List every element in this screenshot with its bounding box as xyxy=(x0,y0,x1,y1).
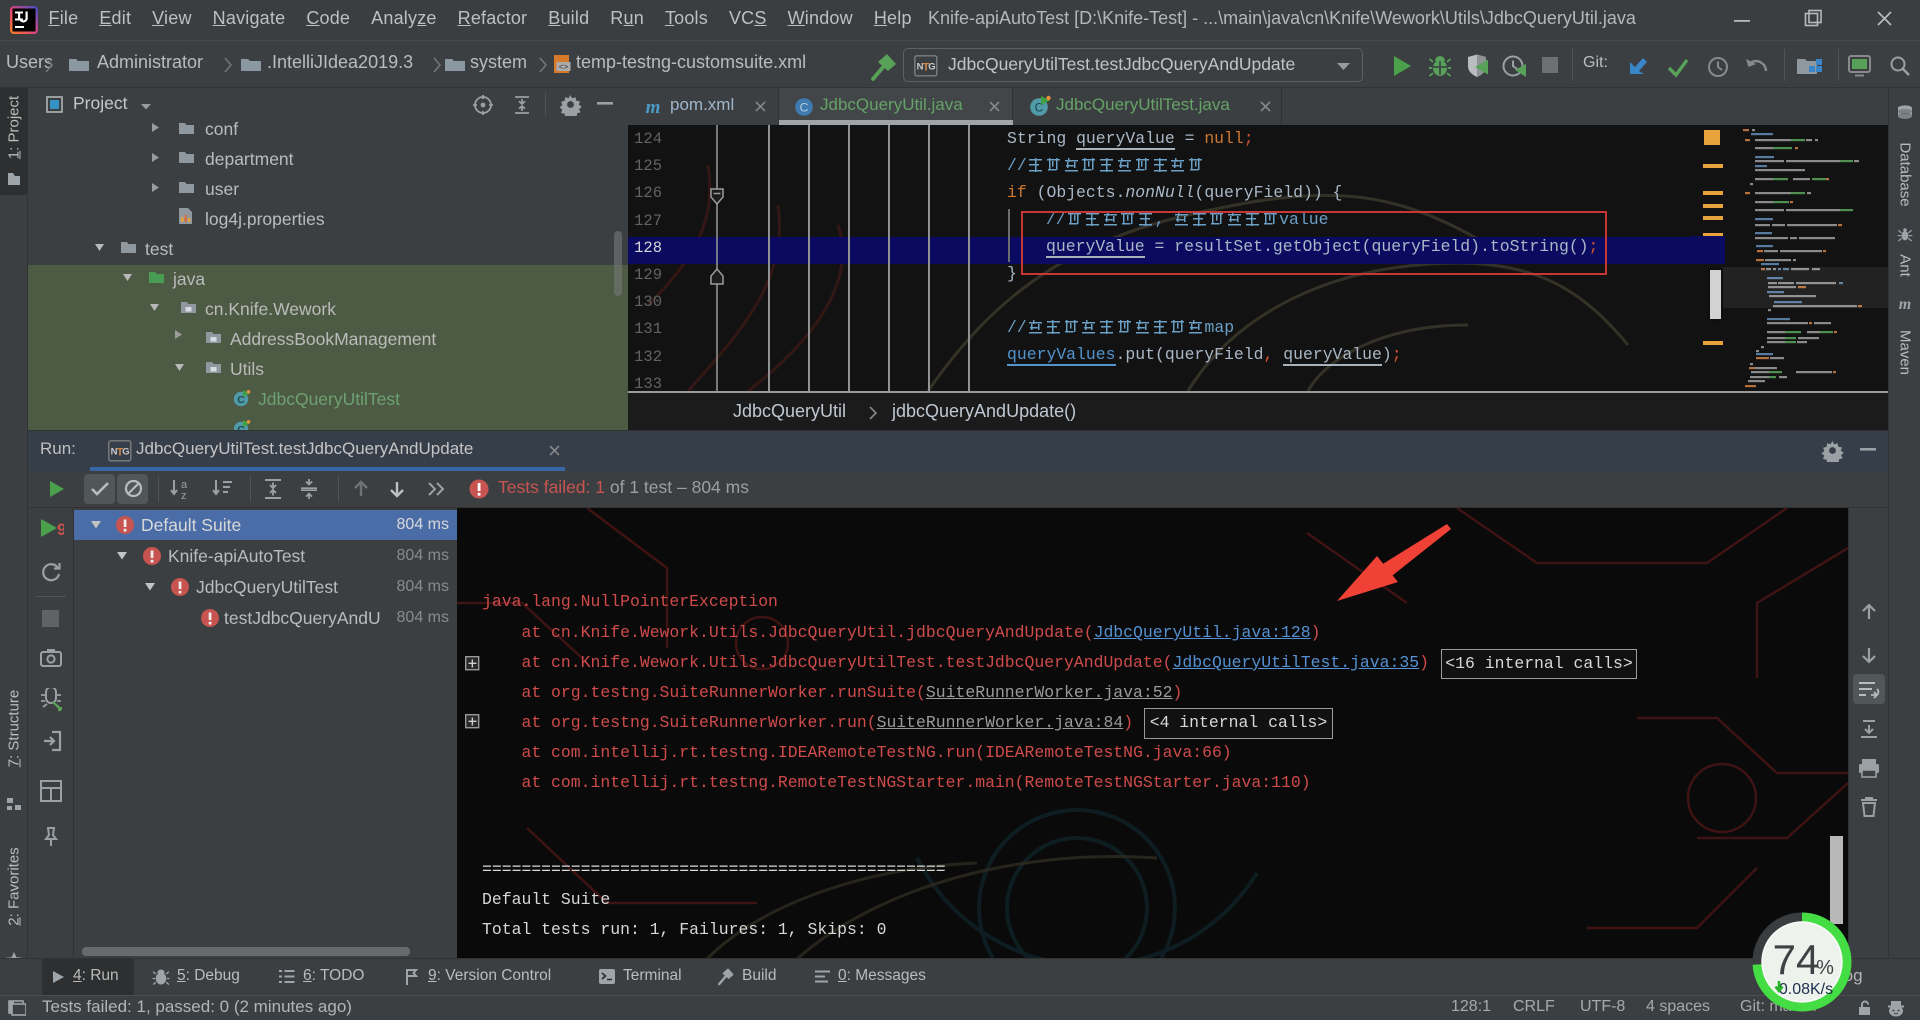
svg-text:G: G xyxy=(122,447,129,458)
svg-text:G: G xyxy=(928,62,935,73)
svg-text:m: m xyxy=(1899,296,1911,313)
svg-text:C: C xyxy=(800,101,809,115)
svg-text:m: m xyxy=(646,97,661,118)
svg-text:9: 9 xyxy=(57,520,64,539)
svg-text:<>: <> xyxy=(559,64,569,73)
svg-text:z: z xyxy=(181,490,187,500)
